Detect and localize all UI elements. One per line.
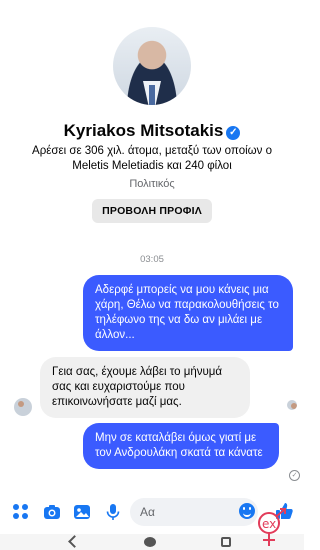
svg-text:ex: ex: [262, 517, 276, 531]
microphone-icon[interactable]: [104, 503, 122, 521]
recents-icon[interactable]: [221, 537, 231, 547]
profile-likes: Αρέσει σε 306 χιλ. άτομα, μεταξύ των οπο…: [32, 145, 272, 172]
image-icon[interactable]: [73, 503, 91, 521]
sent-check-icon: ✓: [289, 470, 300, 481]
sender-avatar[interactable]: [14, 398, 32, 416]
apps-grid-icon[interactable]: [12, 503, 30, 521]
profile-avatar[interactable]: [113, 27, 191, 105]
read-receipt-avatar: [287, 400, 297, 410]
profile-category: Πολιτικός: [129, 178, 175, 190]
incoming-message[interactable]: Γεια σας, έχουμε λάβει το μήνυμά σας και…: [40, 357, 250, 418]
profile-name-row: Kyriakos Mitsotakis ✓: [0, 121, 304, 141]
outgoing-message[interactable]: Αδερφέ μπορείς να μου κάνεις μια χάρη, Θ…: [83, 275, 293, 351]
profile-name: Kyriakos Mitsotakis: [63, 121, 224, 140]
outgoing-message[interactable]: Μην σε καταλάβει όμως γιατί με τον Ανδρο…: [83, 423, 279, 469]
watermark-logo: ex: [252, 508, 294, 548]
home-icon[interactable]: [144, 537, 156, 547]
camera-icon[interactable]: [43, 503, 61, 521]
view-profile-button[interactable]: ΠΡΟΒΟΛΗ ΠΡΟΦΙΛ: [92, 199, 212, 223]
back-icon[interactable]: [68, 535, 81, 548]
message-timestamp: 03:05: [140, 254, 164, 265]
verified-check-icon: ✓: [226, 126, 241, 140]
